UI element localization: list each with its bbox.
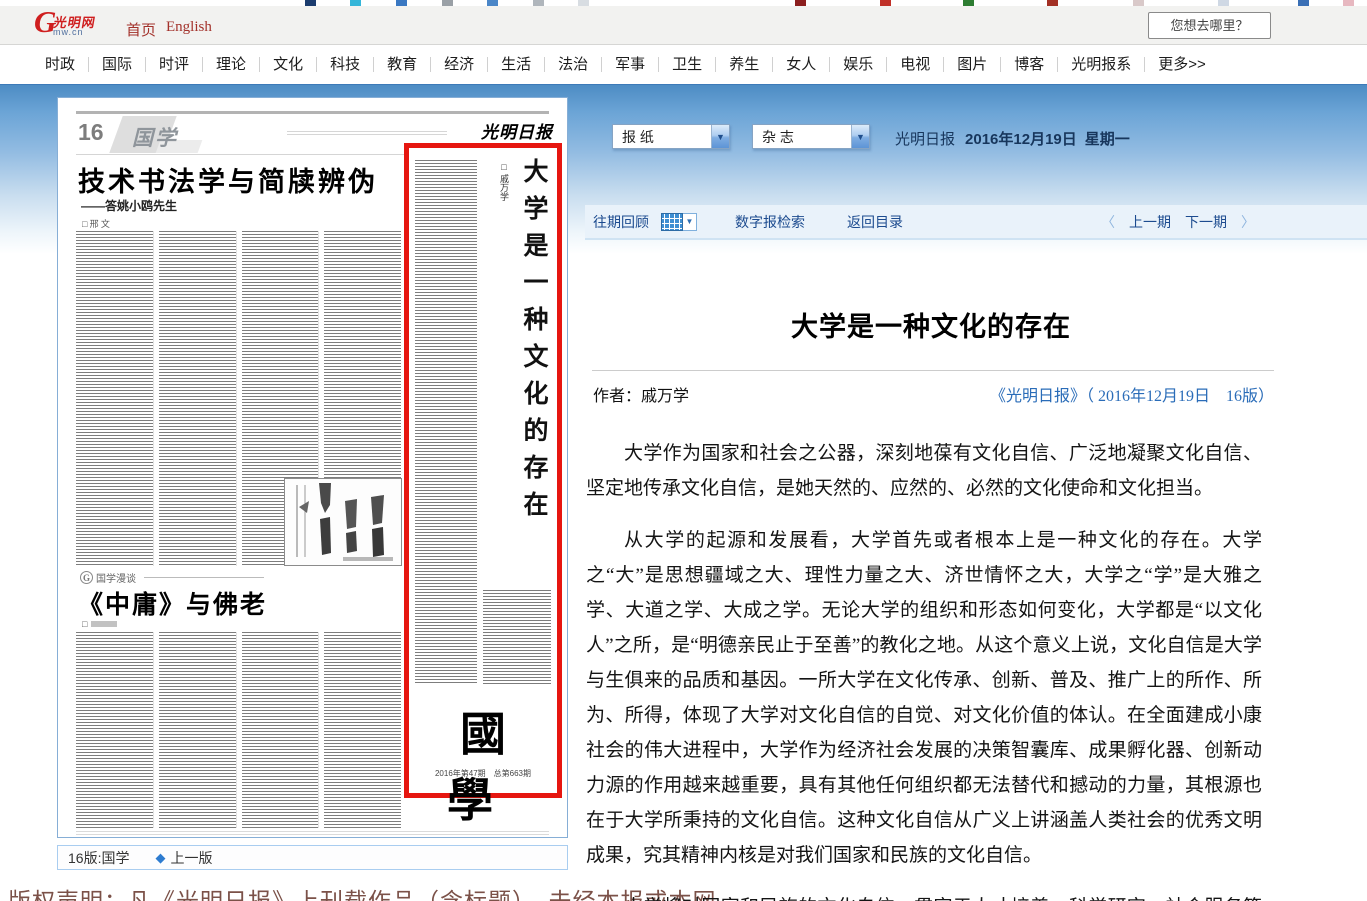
nav-item-时政[interactable]: 时政 xyxy=(32,57,89,72)
edition-masthead: 光明日报 xyxy=(895,131,955,148)
gmw-epaper-page: G 光明网 mw.cn 首页 English 您想去哪里？ 时政国际时评理论文化… xyxy=(0,0,1367,901)
article-paragraph: 大学将对国家和民族的文化自信，贯穿于人才培养、科学研究、社会服务等职能 xyxy=(586,890,1262,901)
article-paragraph: 从大学的起源和发展看，大学首先或者根本上是一种文化的存在。大学之“大”是思想疆域… xyxy=(586,523,1262,873)
paper-masthead: 光明日报 xyxy=(481,118,553,143)
simulated-text-column xyxy=(242,632,320,828)
angle-right-icon: 〉 xyxy=(1241,212,1255,232)
nav-item-文化[interactable]: 文化 xyxy=(260,57,317,72)
newspaper-select[interactable]: 报 纸 ▼ xyxy=(612,124,730,149)
issue-number-line: 2016年第47期 总第663期 xyxy=(409,768,557,779)
column-head-rule xyxy=(144,577,264,578)
paper-top-rule xyxy=(76,111,549,114)
byline-marker: □ xyxy=(82,619,87,629)
article-divider xyxy=(592,370,1274,371)
article-title: 大学是一种文化的存在 xyxy=(585,305,1277,344)
edition-weekday: 星期一 xyxy=(1085,131,1130,148)
article-source: 《光明日报》（ 2016年12月19日 16版） xyxy=(585,382,1274,406)
issue-navigation: 〈 上一期 下一期 〉 xyxy=(1101,212,1255,232)
edition-date-line: 光明日报 2016年12月19日星期一 xyxy=(895,128,1130,149)
simulated-text-column xyxy=(483,590,551,684)
nav-item-理论[interactable]: 理论 xyxy=(203,57,260,72)
english-link[interactable]: English xyxy=(166,19,212,36)
paper-text-columns-b xyxy=(76,632,401,828)
nav-item-教育[interactable]: 教育 xyxy=(374,57,431,72)
reader-toolbar: 往期回顾 ▼ 数字报检索 返回目录 〈 上一期 下一期 〉 xyxy=(585,205,1367,240)
diamond-icon: ◆ xyxy=(155,850,165,866)
back-to-contents-link[interactable]: 返回目录 xyxy=(847,212,903,232)
nav-item-法治[interactable]: 法治 xyxy=(545,57,602,72)
paper-article1-byline: □ 邢 文 xyxy=(82,217,110,230)
article-paragraph: 大学作为国家和社会之公器，深刻地葆有文化自信、广泛地凝聚文化自信、坚定地传承文化… xyxy=(586,436,1262,506)
nav-item-光明报系[interactable]: 光明报系 xyxy=(1058,57,1145,72)
prev-page-link[interactable]: 上一版 xyxy=(170,848,212,868)
paper-article2-byline: □ xyxy=(82,619,117,629)
newspaper-select-value: 报 纸 xyxy=(622,127,654,147)
bamboo-slips-figure xyxy=(284,478,402,566)
nav-item-军事[interactable]: 军事 xyxy=(602,57,659,72)
calendar-icon xyxy=(661,213,683,231)
simulated-text-column xyxy=(76,632,154,828)
simulated-text-column xyxy=(415,160,477,683)
highlight-byline: □ 戚万学 xyxy=(498,162,511,201)
nav-item-图片[interactable]: 图片 xyxy=(944,57,1001,72)
simulated-text-column xyxy=(159,231,237,566)
nav-item-科技[interactable]: 科技 xyxy=(317,57,374,72)
site-search-box[interactable]: 您想去哪里？ xyxy=(1148,12,1271,39)
paper-footer-line xyxy=(76,831,549,836)
gmw-logo-sub: mw.cn xyxy=(53,27,84,37)
article-body: 大学作为国家和社会之公器，深刻地葆有文化自信、广泛地凝聚文化自信、坚定地传承文化… xyxy=(586,436,1262,901)
magazine-select-value: 杂 志 xyxy=(762,127,794,147)
magazine-select[interactable]: 杂 志 ▼ xyxy=(752,124,870,149)
calendar-dropdown-icon[interactable]: ▼ xyxy=(683,213,697,231)
newspaper-preview[interactable]: 16 国学 光明日报 技术书法学与简牍辨伪 ——答姚小鸥先生 □ 邢 文 xyxy=(57,97,568,838)
chevron-down-icon[interactable]: ▼ xyxy=(711,125,729,148)
highlighted-article-region[interactable]: □ 戚万学 大学是一种文化的存在 國學 2016年第47期 总第663期 xyxy=(404,143,562,798)
column-head-label: 国学漫谈 xyxy=(96,570,136,585)
nav-item-经济[interactable]: 经济 xyxy=(431,57,488,72)
paper-article2-title: 《中庸》与佛老 xyxy=(78,585,267,621)
angle-left-icon: 〈 xyxy=(1101,212,1115,232)
nav-item-娱乐[interactable]: 娱乐 xyxy=(830,57,887,72)
site-header: G 光明网 mw.cn 首页 English 您想去哪里？ xyxy=(0,6,1367,45)
bamboo-slips-drawing xyxy=(285,479,401,565)
nav-item-卫生[interactable]: 卫生 xyxy=(659,57,716,72)
page-pager-bar: 16版:国学 ◆ 上一版 xyxy=(57,845,568,870)
gmw-logo[interactable]: G 光明网 mw.cn xyxy=(34,11,124,41)
paper-section-name: 国学 xyxy=(132,122,178,152)
simulated-text-column xyxy=(76,231,154,566)
calendar-picker[interactable]: ▼ xyxy=(661,213,697,231)
nav-item-博客[interactable]: 博客 xyxy=(1001,57,1058,72)
nav-item-国际[interactable]: 国际 xyxy=(89,57,146,72)
g-badge-icon: G xyxy=(80,571,93,584)
guoxue-calligraphy: 國學 xyxy=(409,698,557,830)
chevron-down-icon[interactable]: ▼ xyxy=(851,125,869,148)
home-link[interactable]: 首页 xyxy=(126,19,156,40)
highlight-vertical-title: 大学是一种文化的存在 xyxy=(515,158,551,588)
simulated-text-column xyxy=(324,632,401,828)
paper-meta-line xyxy=(287,131,447,137)
digital-search-link[interactable]: 数字报检索 xyxy=(735,212,805,232)
paper-page-number: 16 xyxy=(78,119,104,146)
simulated-text-column xyxy=(159,632,237,828)
edition-date: 2016年12月19日 xyxy=(965,131,1077,148)
nav-item-电视[interactable]: 电视 xyxy=(887,57,944,72)
past-issues-link[interactable]: 往期回顾 xyxy=(593,212,649,232)
prev-issue-link[interactable]: 上一期 xyxy=(1129,212,1171,232)
content-area: 16 国学 光明日报 技术书法学与简牍辨伪 ——答姚小鸥先生 □ 邢 文 xyxy=(0,84,1367,901)
byline-name-blur xyxy=(91,621,117,627)
paper-article1-subtitle: ——答姚小鸥先生 xyxy=(81,197,177,214)
nav-item-生活[interactable]: 生活 xyxy=(488,57,545,72)
nav-item-更多>>[interactable]: 更多>> xyxy=(1145,57,1219,72)
pager-label: 16版:国学 xyxy=(68,848,129,868)
column-head: G 国学漫谈 xyxy=(80,570,264,585)
nav-item-女人[interactable]: 女人 xyxy=(773,57,830,72)
paper-article1-title: 技术书法学与简牍辨伪 xyxy=(78,160,378,199)
main-nav: 时政国际时评理论文化科技教育经济生活法治军事卫生养生女人娱乐电视图片博客光明报系… xyxy=(0,45,1367,84)
nav-item-养生[interactable]: 养生 xyxy=(716,57,773,72)
nav-item-时评[interactable]: 时评 xyxy=(146,57,203,72)
next-issue-link[interactable]: 下一期 xyxy=(1185,212,1227,232)
